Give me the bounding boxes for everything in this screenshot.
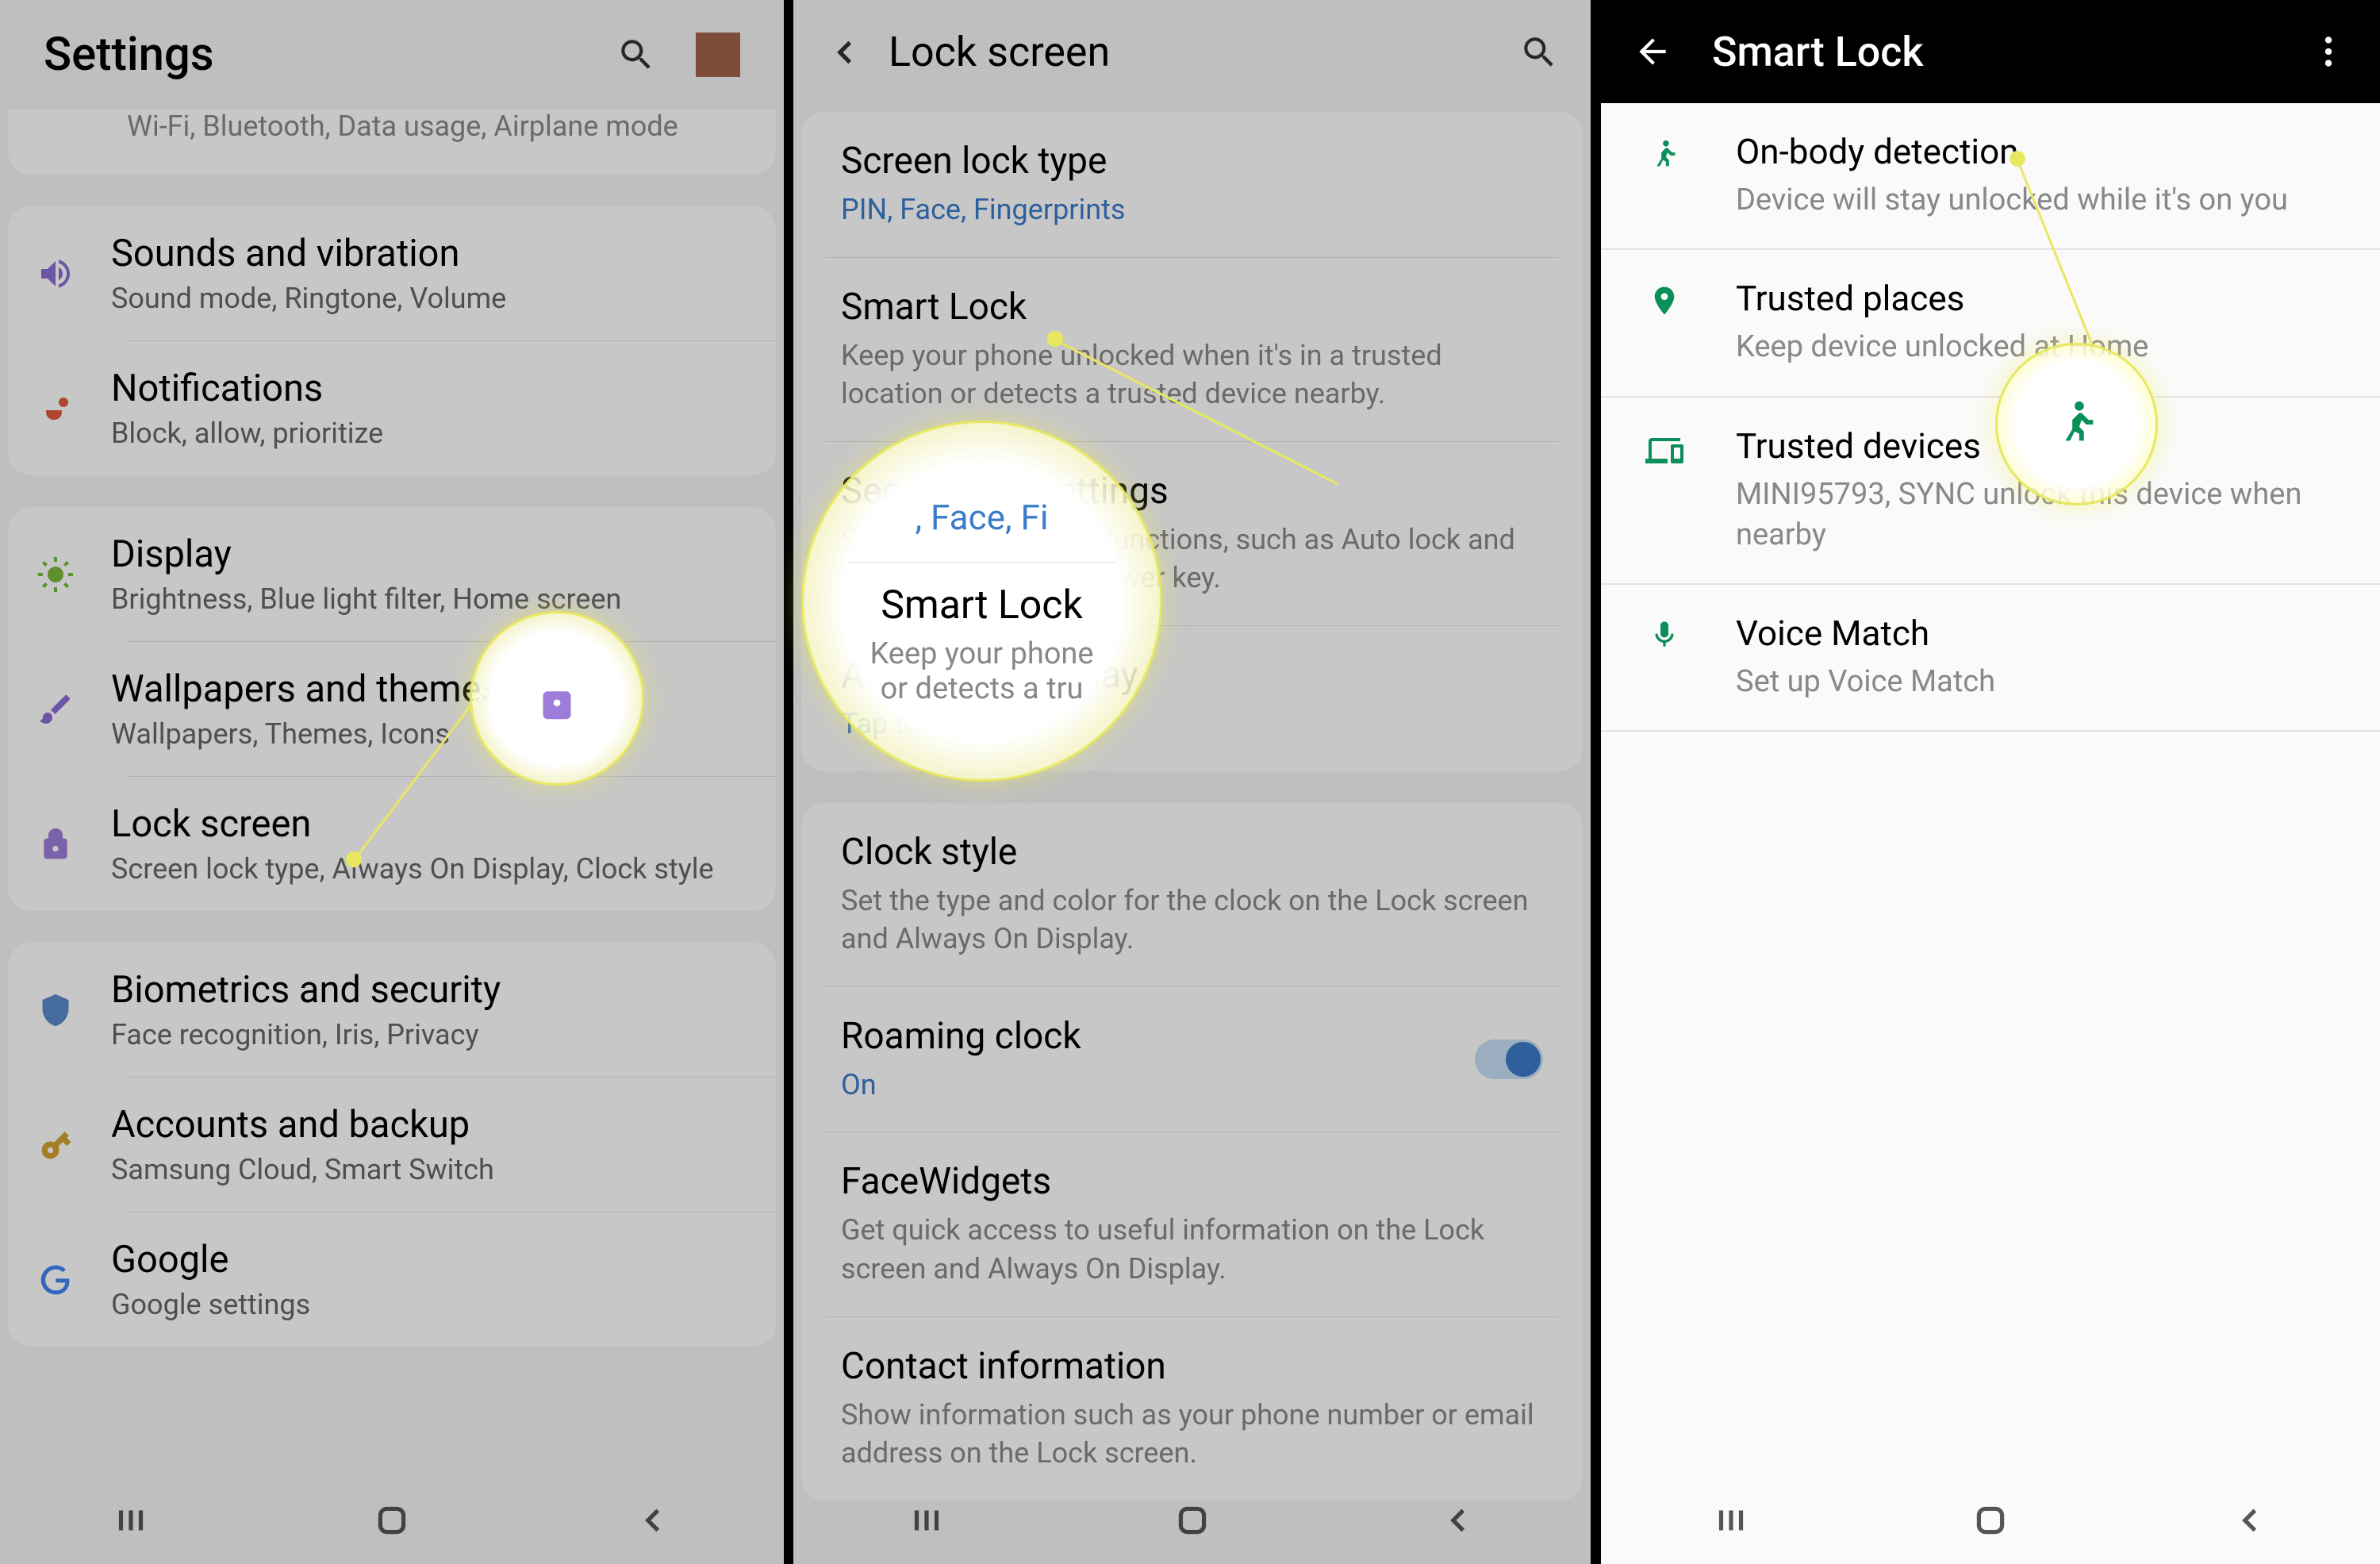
- home-button[interactable]: [1967, 1497, 2014, 1544]
- brightness-icon: [32, 555, 79, 594]
- home-button[interactable]: [368, 1497, 416, 1544]
- brush-icon: [32, 690, 79, 728]
- clock-card: Clock style Set the type and color for t…: [801, 803, 1583, 1501]
- settings-panel: Settings Wi-Fi, Bluetooth, Data usage, A…: [0, 0, 784, 1564]
- walk-icon: [1633, 131, 1696, 221]
- back-icon[interactable]: [825, 33, 865, 72]
- search-icon[interactable]: [1519, 33, 1559, 72]
- lock-screen-header: Lock screen: [793, 0, 1591, 104]
- smart-lock-title: Smart Lock: [1712, 28, 2309, 76]
- lock-screen-panel: Lock screen Screen lock type PIN, Face, …: [793, 0, 1591, 1564]
- callout-smart-lock: , Face, Fi Smart Lock Keep your phone or…: [801, 421, 1162, 782]
- back-icon[interactable]: [1633, 32, 1672, 71]
- sounds-item[interactable]: Sounds and vibrationSound mode, Ringtone…: [8, 206, 776, 340]
- callout-dot: [1047, 331, 1063, 347]
- security-card: Biometrics and securityFace recognition,…: [8, 943, 776, 1347]
- connections-card-partial[interactable]: Wi-Fi, Bluetooth, Data usage, Airplane m…: [8, 110, 776, 175]
- lock-screen-item[interactable]: Lock screenScreen lock type, Always On D…: [8, 777, 776, 911]
- nav-bar: [1601, 1477, 2380, 1564]
- settings-title: Settings: [44, 28, 616, 82]
- clock-style-item[interactable]: Clock style Set the type and color for t…: [801, 803, 1583, 986]
- on-body-detection-item[interactable]: On-body detectionDevice will stay unlock…: [1601, 103, 2380, 250]
- notification-icon: [32, 390, 79, 428]
- smart-lock-panel: Smart Lock On-body detectionDevice will …: [1601, 0, 2380, 1564]
- search-icon[interactable]: [616, 35, 656, 75]
- smart-lock-item[interactable]: Smart Lock Keep your phone unlocked when…: [801, 258, 1583, 441]
- shield-icon: [32, 993, 79, 1028]
- back-button[interactable]: [629, 1497, 677, 1544]
- recents-button[interactable]: [107, 1497, 155, 1544]
- roaming-clock-item[interactable]: Roaming clock On: [801, 987, 1583, 1132]
- profile-avatar[interactable]: [696, 33, 740, 77]
- trusted-devices-item[interactable]: Trusted devicesMINI95793, SYNC unlock th…: [1601, 398, 2380, 586]
- recents-button[interactable]: [903, 1497, 950, 1544]
- location-icon: [1633, 278, 1696, 367]
- key-icon: [32, 1128, 79, 1162]
- contact-info-item[interactable]: Contact information Show information suc…: [801, 1317, 1583, 1501]
- back-button[interactable]: [1434, 1497, 1482, 1544]
- sound-icon: [32, 255, 79, 293]
- back-button[interactable]: [2226, 1497, 2274, 1544]
- screen-lock-type-item[interactable]: Screen lock type PIN, Face, Fingerprints: [801, 112, 1583, 257]
- display-item[interactable]: DisplayBrightness, Blue light filter, Ho…: [8, 507, 776, 641]
- biometrics-item[interactable]: Biometrics and securityFace recognition,…: [8, 943, 776, 1077]
- wallpapers-item[interactable]: Wallpapers and themesWallpapers, Themes,…: [8, 642, 776, 776]
- nav-bar: [793, 1477, 1591, 1564]
- display-card: DisplayBrightness, Blue light filter, Ho…: [8, 507, 776, 911]
- notifications-item[interactable]: NotificationsBlock, allow, prioritize: [8, 341, 776, 475]
- trusted-places-item[interactable]: Trusted placesKeep device unlocked at Ho…: [1601, 250, 2380, 397]
- callout-dot: [2010, 151, 2025, 167]
- accounts-item[interactable]: Accounts and backupSamsung Cloud, Smart …: [8, 1078, 776, 1212]
- callout-lock-icon: [470, 611, 644, 786]
- google-icon: [32, 1262, 79, 1297]
- recents-button[interactable]: [1707, 1497, 1755, 1544]
- lock-screen-title: Lock screen: [889, 28, 1519, 76]
- more-icon[interactable]: [2309, 32, 2348, 71]
- sounds-card: Sounds and vibrationSound mode, Ringtone…: [8, 206, 776, 475]
- nav-bar: [0, 1477, 784, 1564]
- smart-lock-header: Smart Lock: [1601, 0, 2380, 103]
- devices-icon: [1633, 425, 1696, 556]
- mic-icon: [1633, 613, 1696, 702]
- voice-match-item[interactable]: Voice MatchSet up Voice Match: [1601, 585, 2380, 732]
- google-item[interactable]: GoogleGoogle settings: [8, 1212, 776, 1347]
- roaming-clock-toggle[interactable]: [1475, 1039, 1543, 1079]
- lock-icon: [32, 827, 79, 862]
- settings-header: Settings: [0, 0, 784, 110]
- home-button[interactable]: [1169, 1497, 1216, 1544]
- callout-dot: [346, 851, 362, 867]
- facewidgets-item[interactable]: FaceWidgets Get quick access to useful i…: [801, 1132, 1583, 1316]
- callout-walk-icon: [1995, 343, 2158, 505]
